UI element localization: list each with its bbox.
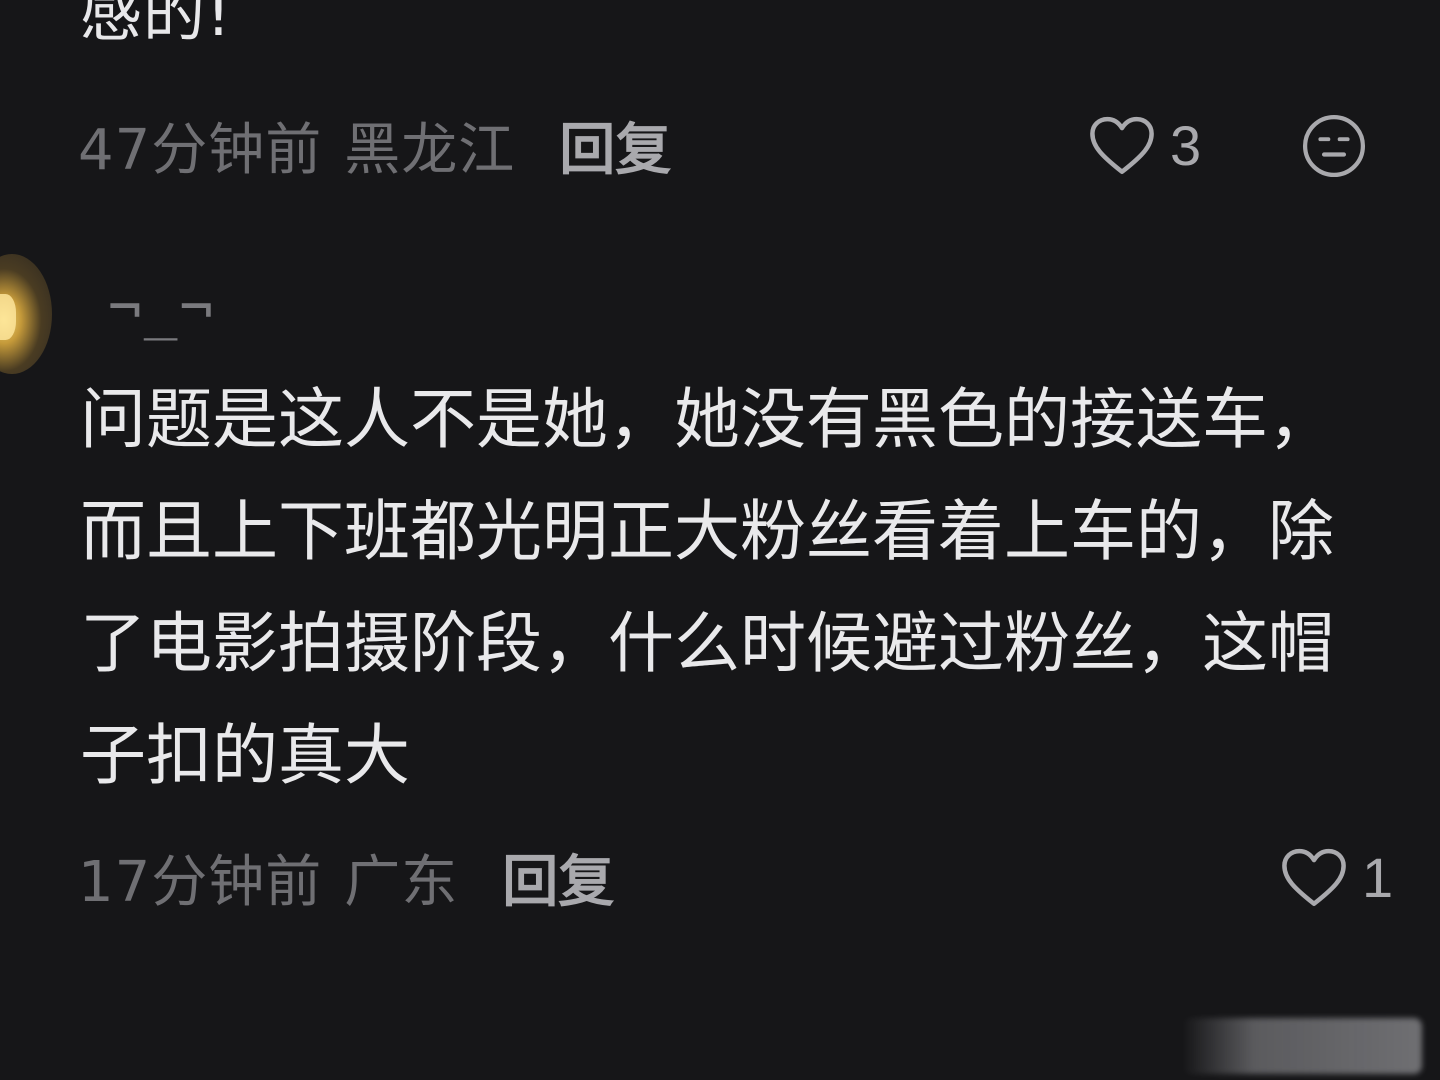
comment-timestamp: 47分钟前 [78, 117, 323, 183]
reply-button[interactable]: 回复 [502, 837, 614, 918]
heart-outline-icon [1282, 848, 1346, 907]
watermark [1182, 1018, 1422, 1074]
previous-comment-text: 感的! [80, 0, 232, 50]
username[interactable]: ¬_¬ [108, 276, 215, 342]
reply-button[interactable]: 回复 [559, 105, 671, 186]
comment-meta: 17分钟前 广东 回复 [78, 842, 614, 915]
like-button[interactable]: 3 [1088, 110, 1201, 180]
neutral-face-icon [1302, 114, 1366, 178]
comment-text-line: 子扣的真大 [80, 717, 410, 794]
heart-outline-icon [1090, 116, 1154, 175]
comment-text-line: 问题是这人不是她，她没有黑色的接送车， [80, 381, 1334, 458]
comment-timestamp: 17分钟前 [78, 849, 323, 915]
comment-text-line: 而且上下班都光明正大粉丝看着上车的，除 [80, 493, 1334, 570]
comment-location: 黑龙江 [344, 117, 516, 183]
comment-thread: 感的! 47分钟前 黑龙江 回复 3 ¬_¬ 问题是这人不是她，她没有黑色的接送… [0, 0, 1440, 1080]
previous-comment-meta: 47分钟前 黑龙江 回复 [78, 110, 671, 183]
comment-text-line: 了电影拍摄阶段，什么时候避过粉丝，这帽 [80, 605, 1334, 682]
like-count: 3 [1170, 113, 1202, 177]
avatar[interactable] [0, 254, 52, 374]
comment-location: 广东 [344, 849, 459, 915]
comment-text: 问题是这人不是她，她没有黑色的接送车， 而且上下班都光明正大粉丝看着上车的，除 … [80, 364, 1400, 812]
emoji-reaction-button[interactable] [1300, 112, 1368, 180]
like-button[interactable]: 1 [1280, 842, 1393, 912]
like-count: 1 [1362, 845, 1394, 909]
